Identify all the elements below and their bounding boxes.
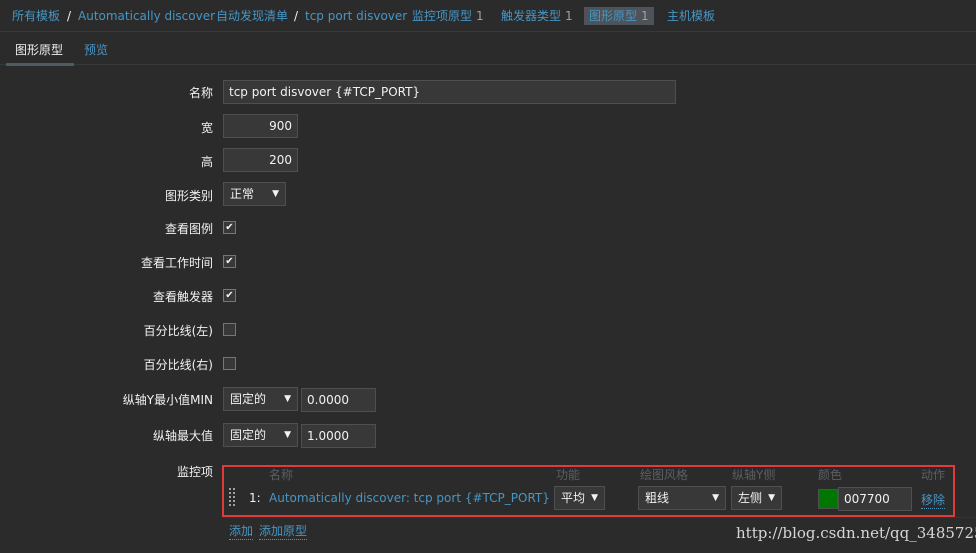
dropdown-arrow-icon: ▼ xyxy=(591,493,598,503)
add-prototype-link[interactable]: 添加原型 xyxy=(259,522,308,540)
show-working-time-checkbox[interactable]: ✔ xyxy=(223,255,236,268)
checkmark-icon: ✔ xyxy=(225,222,234,233)
column-header-y-side: 纵轴Y侧 xyxy=(732,468,776,482)
width-input[interactable]: 900 xyxy=(223,114,298,138)
name-input[interactable]: tcp port disvover {#TCP_PORT} xyxy=(223,80,676,104)
item-function-select[interactable]: 平均 ▼ xyxy=(554,486,605,510)
item-name-link[interactable]: Automatically discover: tcp port {#TCP_P… xyxy=(269,491,550,505)
name-label: 名称 xyxy=(188,86,213,100)
item-draw-style-select[interactable]: 粗线 ▼ xyxy=(638,486,726,510)
percentile-left-label: 百分比线(左) xyxy=(143,324,213,338)
percentile-left-checkbox[interactable] xyxy=(223,323,236,336)
dropdown-arrow-icon: ▼ xyxy=(284,394,291,404)
add-item-link[interactable]: 添加 xyxy=(229,522,254,540)
breadcrumb-all-templates[interactable]: 所有模板 xyxy=(12,7,60,25)
graph-type-select[interactable]: 正常 ▼ xyxy=(223,182,286,206)
item-y-side-select[interactable]: 左侧 ▼ xyxy=(731,486,782,510)
ymax-type-select[interactable]: 固定的 ▼ xyxy=(223,423,298,447)
breadcrumb-separator: / xyxy=(294,9,299,23)
breadcrumb-host-prototypes[interactable]: 主机模板 xyxy=(667,7,715,25)
width-label: 宽 xyxy=(200,121,213,135)
ymax-value-input[interactable]: 1.0000 xyxy=(301,424,376,448)
dropdown-arrow-icon: ▼ xyxy=(768,493,775,503)
show-triggers-label: 查看触发器 xyxy=(152,290,213,304)
items-label: 监控项 xyxy=(176,465,213,479)
breadcrumb-template[interactable]: Automatically discover xyxy=(78,7,215,25)
item-color-swatch[interactable] xyxy=(818,489,838,509)
breadcrumb-graph-prototypes[interactable]: 图形原型 1 xyxy=(584,7,654,25)
ymax-label: 纵轴最大值 xyxy=(152,429,213,443)
breadcrumb-item-prototypes[interactable]: 监控项原型 1 xyxy=(412,7,484,25)
show-legend-checkbox[interactable]: ✔ xyxy=(223,221,236,234)
active-tab-indicator xyxy=(6,63,74,66)
items-footer-divider xyxy=(222,517,976,518)
ymin-value-input[interactable]: 0.0000 xyxy=(301,388,376,412)
item-remove-link[interactable]: 移除 xyxy=(921,491,946,509)
item-color-input[interactable]: 007700 xyxy=(838,487,912,511)
breadcrumb: 所有模板 / Automatically discover 自动发现清单 / t… xyxy=(0,0,976,32)
column-header-function: 功能 xyxy=(556,468,581,482)
item-y-side-value: 左侧 xyxy=(738,491,763,505)
breadcrumb-discovery-rule[interactable]: tcp port disvover xyxy=(305,7,407,25)
height-label: 高 xyxy=(200,155,213,169)
checkmark-icon: ✔ xyxy=(225,290,234,301)
ymin-type-value: 固定的 xyxy=(230,392,267,406)
item-function-value: 平均 xyxy=(561,491,586,505)
show-legend-label: 查看图例 xyxy=(164,222,213,236)
ymin-label: 纵轴Y最小值MIN xyxy=(122,393,213,407)
show-working-time-label: 查看工作时间 xyxy=(140,256,213,270)
column-header-name: 名称 xyxy=(269,468,294,482)
percentile-right-label: 百分比线(右) xyxy=(143,358,213,372)
item-draw-style-value: 粗线 xyxy=(645,491,670,505)
tab-preview[interactable]: 预览 xyxy=(84,41,108,58)
column-header-draw-style: 绘图风格 xyxy=(640,468,689,482)
show-triggers-checkbox[interactable]: ✔ xyxy=(223,289,236,302)
ymax-type-value: 固定的 xyxy=(230,428,267,442)
graph-type-label: 图形类别 xyxy=(164,189,213,203)
dropdown-arrow-icon: ▼ xyxy=(272,189,279,199)
ymin-type-select[interactable]: 固定的 ▼ xyxy=(223,387,298,411)
tab-graph-prototype[interactable]: 图形原型 xyxy=(15,41,63,58)
graph-type-value: 正常 xyxy=(230,187,255,201)
column-header-action: 动作 xyxy=(921,468,946,482)
drag-handle-icon[interactable] xyxy=(229,488,237,506)
percentile-right-checkbox[interactable] xyxy=(223,357,236,370)
watermark: http://blog.csdn.net/qq_34857250 xyxy=(736,524,976,542)
breadcrumb-trigger-prototypes[interactable]: 触发器类型 1 xyxy=(501,7,573,25)
tab-bar: 图形原型 预览 xyxy=(0,33,976,66)
checkmark-icon: ✔ xyxy=(225,256,234,267)
column-header-color: 颜色 xyxy=(818,468,843,482)
height-input[interactable]: 200 xyxy=(223,148,298,172)
dropdown-arrow-icon: ▼ xyxy=(712,493,719,503)
item-row-number: 1: xyxy=(249,491,261,505)
dropdown-arrow-icon: ▼ xyxy=(284,430,291,440)
breadcrumb-discovery-list[interactable]: 自动发现清单 xyxy=(216,7,288,25)
breadcrumb-separator: / xyxy=(67,9,72,23)
